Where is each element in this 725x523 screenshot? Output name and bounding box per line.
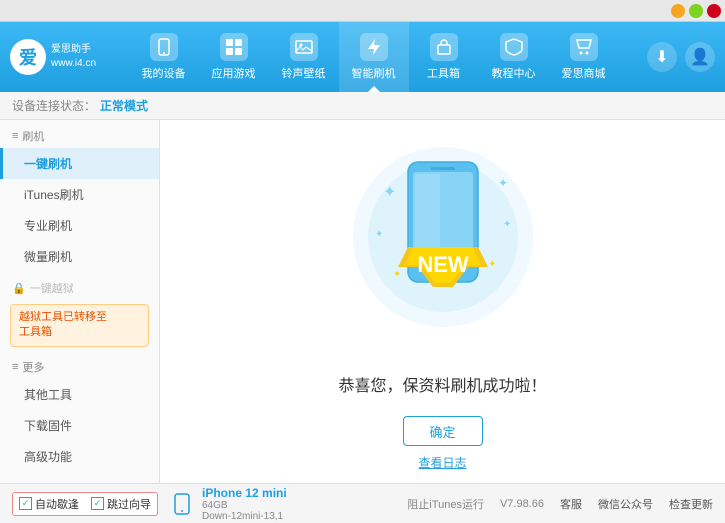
nav-apps-icon [220,33,248,61]
device-name: iPhone 12 mini [202,486,287,500]
svg-text:NEW: NEW [417,252,469,277]
logo-text: 爱思助手 www.i4.cn [51,43,96,71]
status-value: 正常模式 [100,97,148,114]
jailbreak-label: 一键越狱 [30,280,74,296]
phone-icon [174,493,190,515]
success-svg: NEW ✦ ✦ ✦ ✦ ✦ ✦ [343,137,543,357]
action-buttons: 确定 查看日志 [403,416,483,471]
lock-icon: 🔒 [12,282,26,295]
minimize-button[interactable] [671,4,685,18]
nav-my-device[interactable]: 我的设备 [129,22,199,92]
maximize-button[interactable] [689,4,703,18]
sidebar-item-other-tools[interactable]: 其他工具 [0,379,159,410]
nav-wallpaper[interactable]: 铃声壁纸 [269,22,339,92]
svg-text:✦: ✦ [503,219,511,230]
sidebar-item-advanced[interactable]: 高级功能 [0,441,159,472]
logo-icon: 爱 [10,39,46,75]
sidebar-section-jailbreak: 🔒 一键越狱 [0,272,159,300]
user-button[interactable]: 👤 [685,42,715,72]
nav-toolbox[interactable]: 工具箱 [409,22,479,92]
nav-tutorial-icon [500,33,528,61]
nav-right-buttons: ⬇ 👤 [647,42,715,72]
customer-service-link[interactable]: 客服 [560,496,582,512]
auto-close-label: 自动歇逢 [35,496,79,512]
svg-text:✦: ✦ [498,176,508,190]
svg-text:✦: ✦ [393,269,401,280]
nav-toolbox-icon [430,33,458,61]
top-nav: 爱 爱思助手 www.i4.cn 我的设备 应用游戏 [0,22,725,92]
sidebar-section-more: ≡ 更多 [0,351,159,379]
skip-wizard-checkbox-item[interactable]: 跳过向导 [91,496,151,512]
device-storage: 64GB [202,500,287,511]
device-info: iPhone 12 mini 64GB Down-12mini-13,1 [174,486,287,522]
wechat-link[interactable]: 微信公众号 [598,496,653,512]
success-illustration: NEW ✦ ✦ ✦ ✦ ✦ ✦ [343,132,543,362]
sidebar-item-one-click-flash[interactable]: 一键刷机 [0,148,159,179]
section-flash-icon: ≡ [12,130,18,142]
sidebar-item-itunes-flash[interactable]: iTunes刷机 [0,179,159,210]
auto-close-checkbox[interactable] [19,497,32,510]
svg-text:✦: ✦ [375,229,383,240]
nav-smart-flash[interactable]: 智能刷机 [339,22,409,92]
bottom-left: 自动歇逢 跳过向导 iPhone 12 mini 64GB Down-12min… [12,486,287,522]
checkbox-group: 自动歇逢 跳过向导 [12,492,158,516]
nav-store[interactable]: 爱思商城 [549,22,619,92]
center-content: NEW ✦ ✦ ✦ ✦ ✦ ✦ 恭喜您，保资料刷机成功啦！ 确定 查看日志 [160,120,725,483]
nav-device-icon [150,33,178,61]
confirm-button[interactable]: 确定 [403,416,483,446]
app-container: 爱 爱思助手 www.i4.cn 我的设备 应用游戏 [0,22,725,523]
logo-area: 爱 爱思助手 www.i4.cn [10,39,100,75]
device-model: Down-12mini-13,1 [202,511,287,522]
diary-link[interactable]: 查看日志 [418,454,466,471]
sidebar-item-download-firmware[interactable]: 下载固件 [0,410,159,441]
skip-wizard-checkbox[interactable] [91,497,104,510]
status-label: 设备连接状态： [12,97,96,114]
auto-close-checkbox-item[interactable]: 自动歇逢 [19,496,79,512]
section-more-icon: ≡ [12,361,18,373]
device-details: iPhone 12 mini 64GB Down-12mini-13,1 [202,486,287,522]
nav-apps[interactable]: 应用游戏 [199,22,269,92]
sidebar-section-flash: ≡ 刷机 [0,120,159,148]
svg-text:✦: ✦ [488,259,496,270]
nav-store-icon [570,33,598,61]
title-bar [0,0,725,22]
sidebar-warning: 越狱工具已转移至 工具箱 [10,304,149,347]
status-bar: 设备连接状态： 正常模式 [0,92,725,120]
nav-items: 我的设备 应用游戏 铃声壁纸 智能刷机 [100,22,647,92]
sidebar-item-pro-flash[interactable]: 专业刷机 [0,210,159,241]
download-button[interactable]: ⬇ [647,42,677,72]
success-text: 恭喜您，保资料刷机成功啦！ [338,372,546,396]
sidebar: ≡ 刷机 一键刷机 iTunes刷机 专业刷机 微量刷机 🔒 一键越狱 越狱工具… [0,120,160,483]
bottom-bar: 自动歇逢 跳过向导 iPhone 12 mini 64GB Down-12min… [0,483,725,523]
stop-itunes[interactable]: 阻止iTunes运行 [407,496,484,512]
sidebar-item-micro-flash[interactable]: 微量刷机 [0,241,159,272]
close-button[interactable] [707,4,721,18]
check-update-link[interactable]: 检查更新 [669,496,713,512]
bottom-right: 阻止iTunes运行 V7.98.66 客服 微信公众号 检查更新 [407,496,713,512]
nav-tutorial[interactable]: 教程中心 [479,22,549,92]
main-area: ≡ 刷机 一键刷机 iTunes刷机 专业刷机 微量刷机 🔒 一键越狱 越狱工具… [0,120,725,483]
nav-flash-icon [360,33,388,61]
nav-wallpaper-icon [290,33,318,61]
skip-wizard-label: 跳过向导 [107,496,151,512]
version-label: V7.98.66 [500,498,544,510]
svg-text:✦: ✦ [383,184,396,201]
